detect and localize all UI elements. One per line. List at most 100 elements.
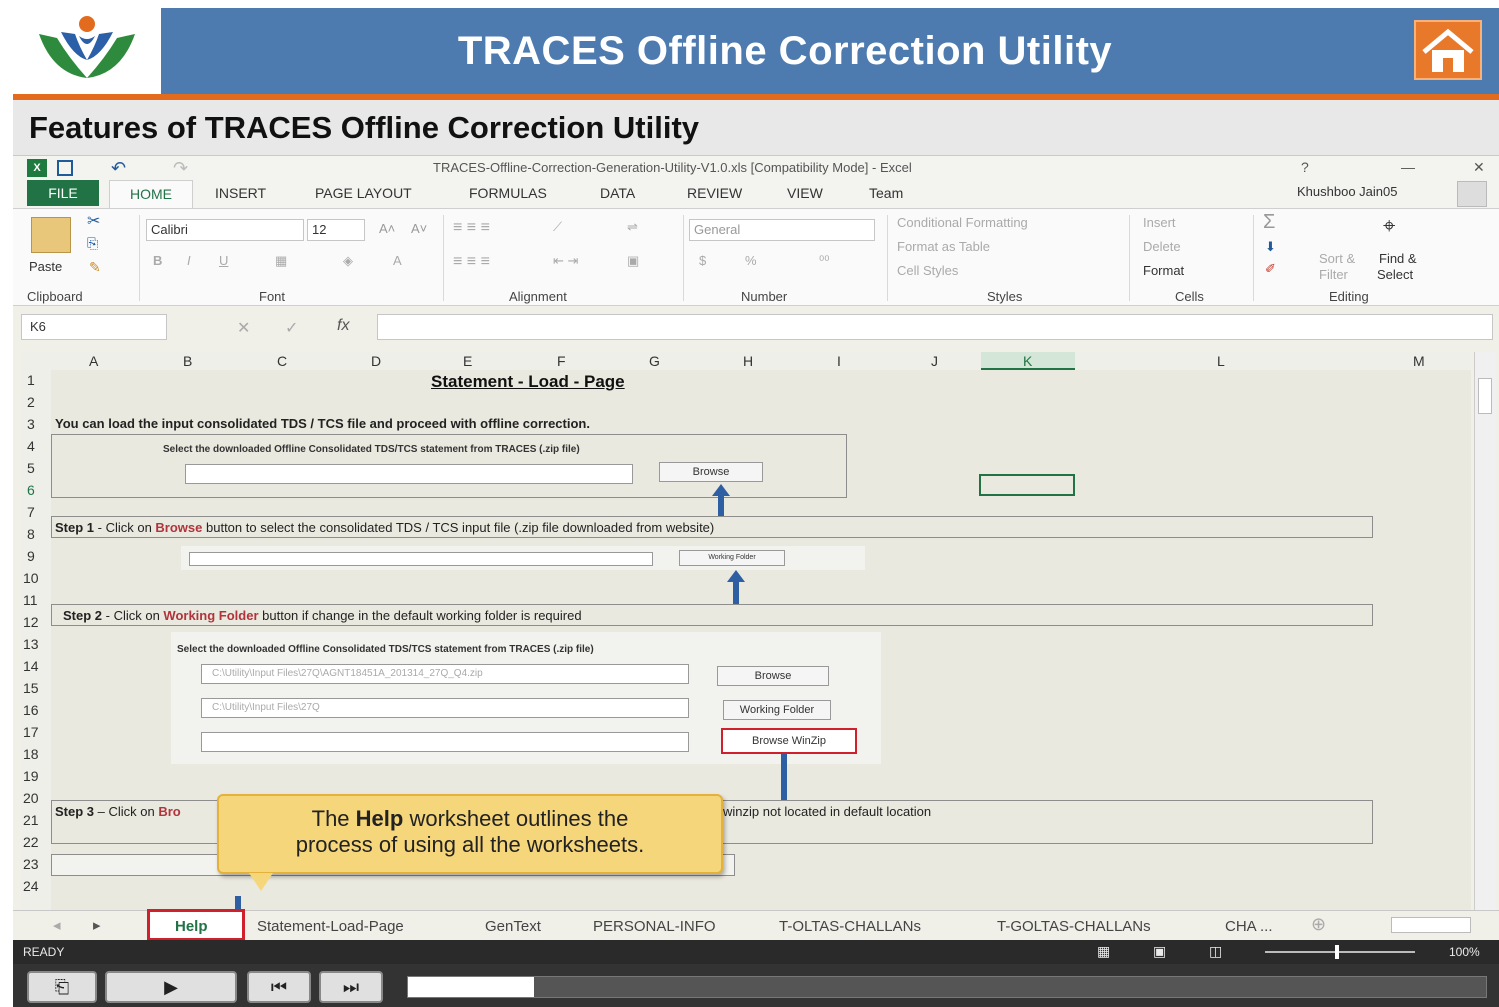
- selected-cell[interactable]: [979, 474, 1075, 496]
- sort-filter-label-2[interactable]: Filter: [1319, 267, 1348, 282]
- find-select-label-2[interactable]: Select: [1377, 267, 1413, 282]
- vertical-scrollbar[interactable]: [1474, 352, 1496, 910]
- column-header[interactable]: B: [183, 353, 192, 369]
- column-header[interactable]: M: [1413, 353, 1425, 369]
- column-header[interactable]: H: [743, 353, 753, 369]
- zoom-slider[interactable]: [1265, 951, 1415, 953]
- fill-icon[interactable]: ⬇: [1265, 239, 1276, 255]
- row-header[interactable]: 14: [23, 658, 39, 674]
- path-input-1[interactable]: C:\Utility\Input Files\27Q\AGNT18451A_20…: [201, 664, 689, 684]
- name-box[interactable]: K6: [21, 314, 167, 340]
- column-header[interactable]: G: [649, 353, 660, 369]
- progress-track[interactable]: [407, 976, 1487, 998]
- tab-view[interactable]: VIEW: [787, 185, 823, 201]
- scroll-thumb[interactable]: [1478, 378, 1492, 414]
- home-button[interactable]: [1414, 20, 1482, 80]
- merge-icon[interactable]: ▣: [627, 253, 639, 269]
- number-format-select[interactable]: General: [689, 219, 875, 241]
- function-icon[interactable]: fx: [337, 317, 349, 335]
- winzip-path-input[interactable]: [201, 732, 689, 752]
- cut-icon[interactable]: ✂: [87, 211, 100, 231]
- minimize-icon[interactable]: —: [1401, 159, 1415, 175]
- percent-button[interactable]: %: [745, 253, 757, 268]
- column-header[interactable]: L: [1217, 353, 1225, 369]
- row-header[interactable]: 24: [23, 878, 39, 894]
- close-icon[interactable]: ✕: [1473, 159, 1485, 176]
- tab-scroll-left-icon[interactable]: ◂: [53, 916, 61, 934]
- format-as-table-button[interactable]: Format as Table: [897, 239, 990, 254]
- font-color-icon[interactable]: A: [393, 253, 402, 268]
- row-header[interactable]: 17: [23, 724, 39, 740]
- tab-file[interactable]: FILE: [27, 180, 99, 206]
- column-header[interactable]: I: [837, 353, 841, 369]
- user-name[interactable]: Khushboo Jain05: [1297, 184, 1397, 199]
- row-header[interactable]: 19: [23, 768, 39, 784]
- row-header[interactable]: 9: [27, 548, 35, 564]
- shrink-font-icon[interactable]: A˅: [411, 221, 427, 236]
- wrap-text-icon[interactable]: ⇌: [627, 219, 638, 235]
- row-header[interactable]: 8: [27, 526, 35, 542]
- column-header[interactable]: K: [1023, 353, 1032, 369]
- column-header[interactable]: F: [557, 353, 566, 369]
- working-folder-button-small[interactable]: Working Folder: [679, 550, 785, 566]
- page-break-view-icon[interactable]: ◫: [1209, 943, 1222, 960]
- cell-styles-button[interactable]: Cell Styles: [897, 263, 958, 278]
- sheet-tab-help[interactable]: Help: [175, 916, 208, 938]
- working-folder-input[interactable]: [189, 552, 653, 566]
- insert-cells-button[interactable]: Insert: [1143, 215, 1176, 230]
- bold-icon[interactable]: B: [153, 253, 162, 268]
- paste-button[interactable]: Paste: [29, 259, 62, 274]
- conditional-formatting-button[interactable]: Conditional Formatting: [897, 215, 1028, 230]
- row-header[interactable]: 18: [23, 746, 39, 762]
- row-header[interactable]: 3: [27, 416, 35, 432]
- column-header[interactable]: E: [463, 353, 472, 369]
- zoom-slider-thumb[interactable]: [1335, 945, 1339, 959]
- font-name-select[interactable]: Calibri: [146, 219, 304, 241]
- help-icon[interactable]: ?: [1301, 159, 1309, 175]
- normal-view-icon[interactable]: ▦: [1097, 943, 1110, 960]
- row-header[interactable]: 20: [23, 790, 39, 806]
- autosum-icon[interactable]: Σ: [1263, 211, 1275, 234]
- clear-icon[interactable]: ✐: [1265, 261, 1276, 277]
- worksheet[interactable]: Statement - Load - Page You can load the…: [51, 370, 1471, 910]
- row-header[interactable]: 16: [23, 702, 39, 718]
- sheet-tab-t-goltas-challans[interactable]: T-GOLTAS-CHALLANs: [997, 916, 1151, 938]
- tab-formulas[interactable]: FORMULAS: [469, 185, 547, 201]
- tab-page-layout[interactable]: PAGE LAYOUT: [315, 185, 412, 201]
- fill-color-icon[interactable]: ◈: [343, 253, 353, 269]
- exit-button[interactable]: ⎗: [27, 971, 97, 1003]
- sheet-tab-gentext[interactable]: GenText: [485, 916, 541, 938]
- row-header[interactable]: 12: [23, 614, 39, 630]
- working-folder-button[interactable]: Working Folder: [723, 700, 831, 720]
- tab-scroll-right-icon[interactable]: ▸: [93, 916, 101, 934]
- play-button[interactable]: ▶: [105, 971, 237, 1003]
- cancel-icon[interactable]: ✕: [237, 318, 250, 338]
- copy-icon[interactable]: ⎘: [87, 235, 98, 252]
- tab-data[interactable]: DATA: [600, 185, 635, 201]
- row-header[interactable]: 6: [27, 482, 35, 498]
- avatar[interactable]: [1457, 181, 1487, 207]
- sheet-tab-personal-info[interactable]: PERSONAL-INFO: [593, 916, 716, 938]
- row-header[interactable]: 4: [27, 438, 35, 454]
- italic-icon[interactable]: I: [187, 253, 191, 268]
- redo-icon[interactable]: ↷: [173, 158, 188, 179]
- tab-review[interactable]: REVIEW: [687, 185, 742, 201]
- borders-icon[interactable]: ▦: [275, 253, 287, 269]
- align-top-icon[interactable]: ≡ ≡ ≡: [453, 219, 490, 237]
- row-header[interactable]: 5: [27, 460, 35, 476]
- column-header[interactable]: C: [277, 353, 287, 369]
- orientation-icon[interactable]: ⟋: [553, 219, 562, 235]
- indent-icon[interactable]: ⇤ ⇥: [553, 253, 578, 269]
- column-header[interactable]: A: [89, 353, 98, 369]
- browse-button[interactable]: Browse: [659, 462, 763, 482]
- delete-cells-button[interactable]: Delete: [1143, 239, 1181, 254]
- tab-insert[interactable]: INSERT: [215, 185, 266, 201]
- row-header[interactable]: 7: [27, 504, 35, 520]
- add-sheet-icon[interactable]: ⊕: [1311, 914, 1326, 935]
- column-header[interactable]: J: [931, 353, 938, 369]
- row-header[interactable]: 22: [23, 834, 39, 850]
- previous-button[interactable]: ⏮: [247, 971, 311, 1003]
- save-icon[interactable]: [57, 160, 73, 176]
- sort-filter-label-1[interactable]: Sort &: [1319, 251, 1355, 266]
- find-select-label-1[interactable]: Find &: [1379, 251, 1417, 266]
